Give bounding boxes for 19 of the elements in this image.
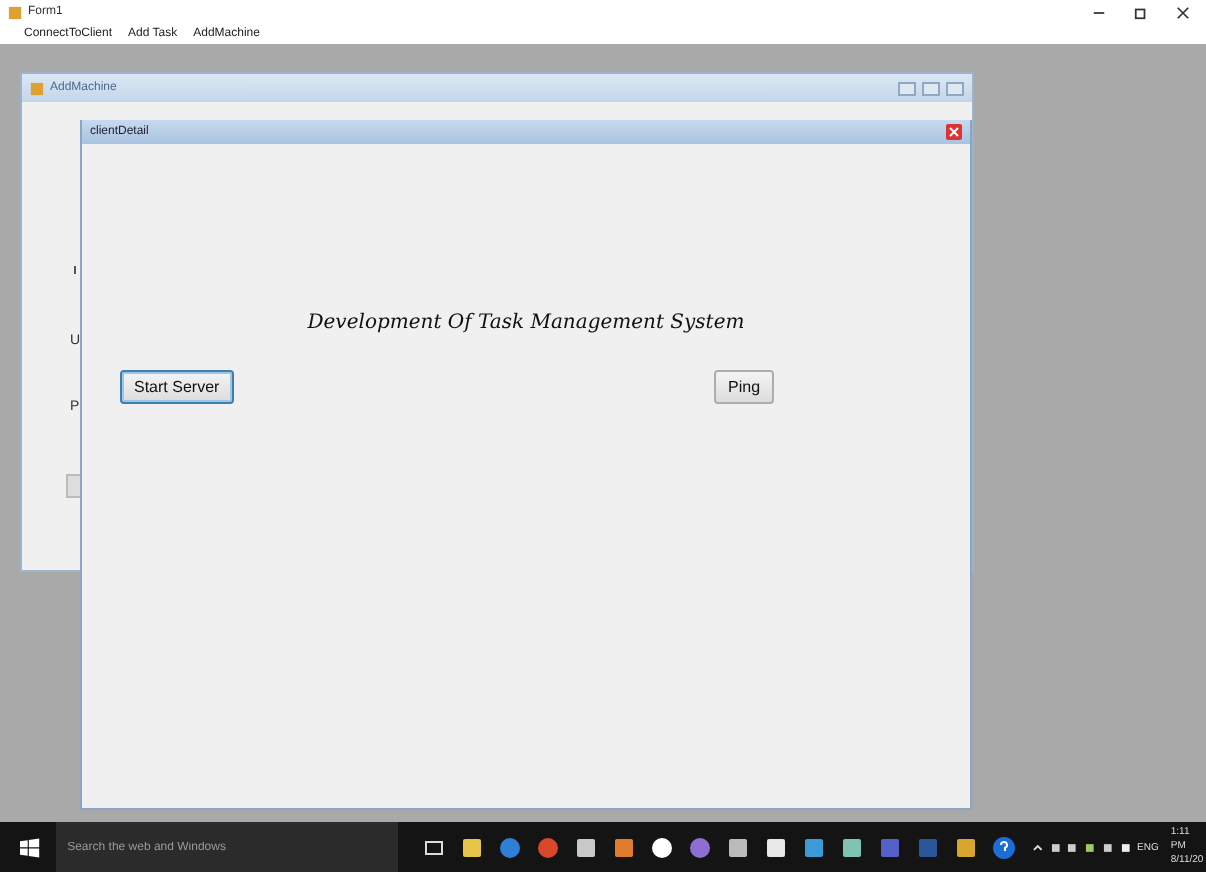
windows-start-icon[interactable] bbox=[20, 837, 40, 857]
taskbar-app-icon[interactable] bbox=[611, 835, 636, 859]
heading: Development Of Task Management System bbox=[305, 312, 747, 334]
taskbar-app-icon[interactable] bbox=[459, 835, 484, 859]
app-icon bbox=[30, 81, 44, 95]
taskbar-app-icon[interactable] bbox=[649, 835, 674, 859]
taskbar-app-icon[interactable] bbox=[725, 835, 750, 859]
restore-icon[interactable] bbox=[1134, 5, 1148, 19]
taskbar-app-icon[interactable] bbox=[421, 835, 446, 859]
chevron-icon[interactable] bbox=[1031, 841, 1044, 853]
taskbar-app-icon[interactable] bbox=[801, 835, 826, 859]
ping-button[interactable]: Ping bbox=[714, 370, 775, 404]
app-icon bbox=[8, 5, 22, 19]
taskbar-app-icon[interactable] bbox=[763, 835, 788, 859]
help-icon[interactable] bbox=[991, 835, 1016, 859]
taskbar-app-icon[interactable] bbox=[839, 835, 864, 859]
start-server-button[interactable]: Start Server bbox=[120, 370, 234, 404]
taskbar-app-icon[interactable] bbox=[953, 835, 978, 859]
taskbar-app-icon[interactable] bbox=[573, 835, 598, 859]
